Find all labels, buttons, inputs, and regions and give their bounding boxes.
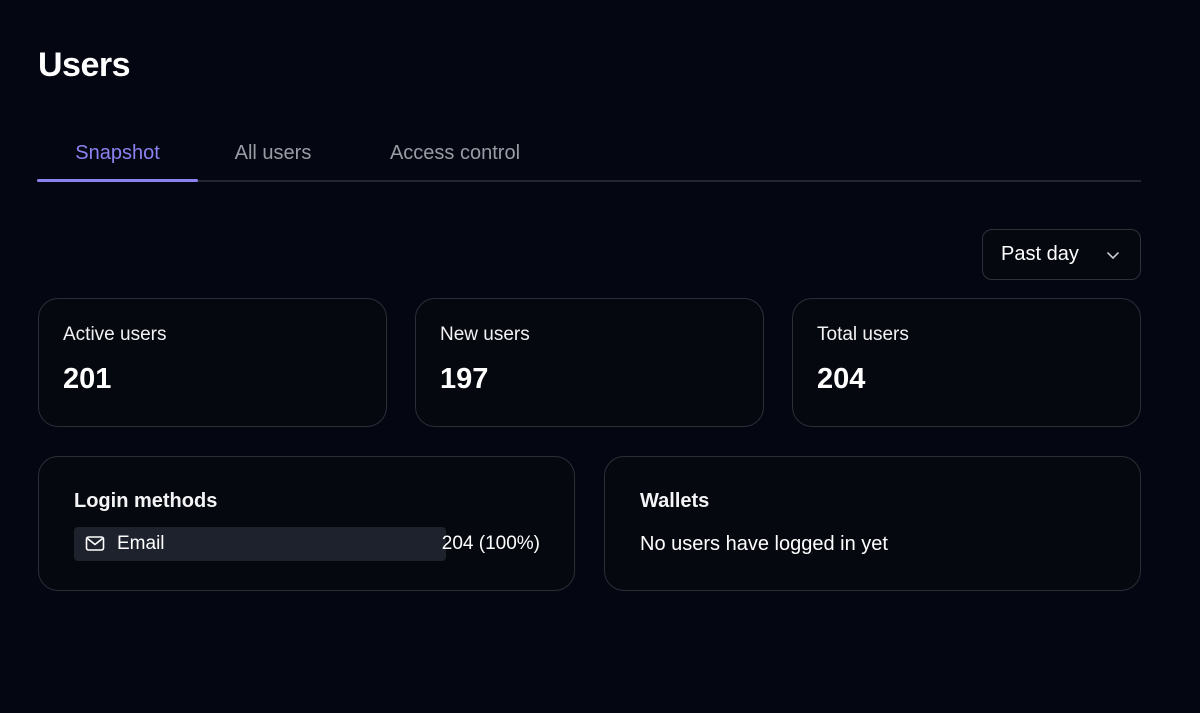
- login-methods-title: Login methods: [74, 490, 218, 512]
- chevron-down-icon: [1107, 252, 1119, 259]
- mail-icon: [85, 536, 105, 551]
- stat-label: Total users: [817, 324, 909, 345]
- login-method-count: 204 (100%): [441, 533, 540, 554]
- active-users-card: Active users 201: [38, 298, 387, 427]
- stat-label: New users: [440, 324, 530, 345]
- login-methods-card: Login methods Email 204 (100%): [38, 456, 575, 591]
- wallets-empty-message: No users have logged in yet: [640, 533, 888, 555]
- tab-snapshot[interactable]: Snapshot: [37, 130, 198, 182]
- stat-value: 204: [817, 363, 866, 395]
- login-method-row: Email 204 (100%): [74, 527, 540, 561]
- login-method-name: Email: [117, 533, 165, 554]
- tab-access-control[interactable]: Access control: [380, 130, 530, 180]
- period-select[interactable]: Past day: [982, 229, 1141, 280]
- period-select-value: Past day: [1001, 243, 1079, 265]
- tab-all-users[interactable]: All users: [222, 130, 324, 180]
- stat-value: 201: [63, 363, 112, 395]
- new-users-card: New users 197: [415, 298, 764, 427]
- tab-bar: Snapshot All users Access control: [37, 130, 1141, 182]
- wallets-title: Wallets: [640, 490, 710, 512]
- stat-label: Active users: [63, 324, 167, 345]
- stat-value: 197: [440, 363, 489, 395]
- total-users-card: Total users 204: [792, 298, 1141, 427]
- users-page: Users Snapshot All users Access control …: [0, 0, 1200, 713]
- wallets-card: Wallets No users have logged in yet: [604, 456, 1141, 591]
- page-title: Users: [38, 46, 131, 84]
